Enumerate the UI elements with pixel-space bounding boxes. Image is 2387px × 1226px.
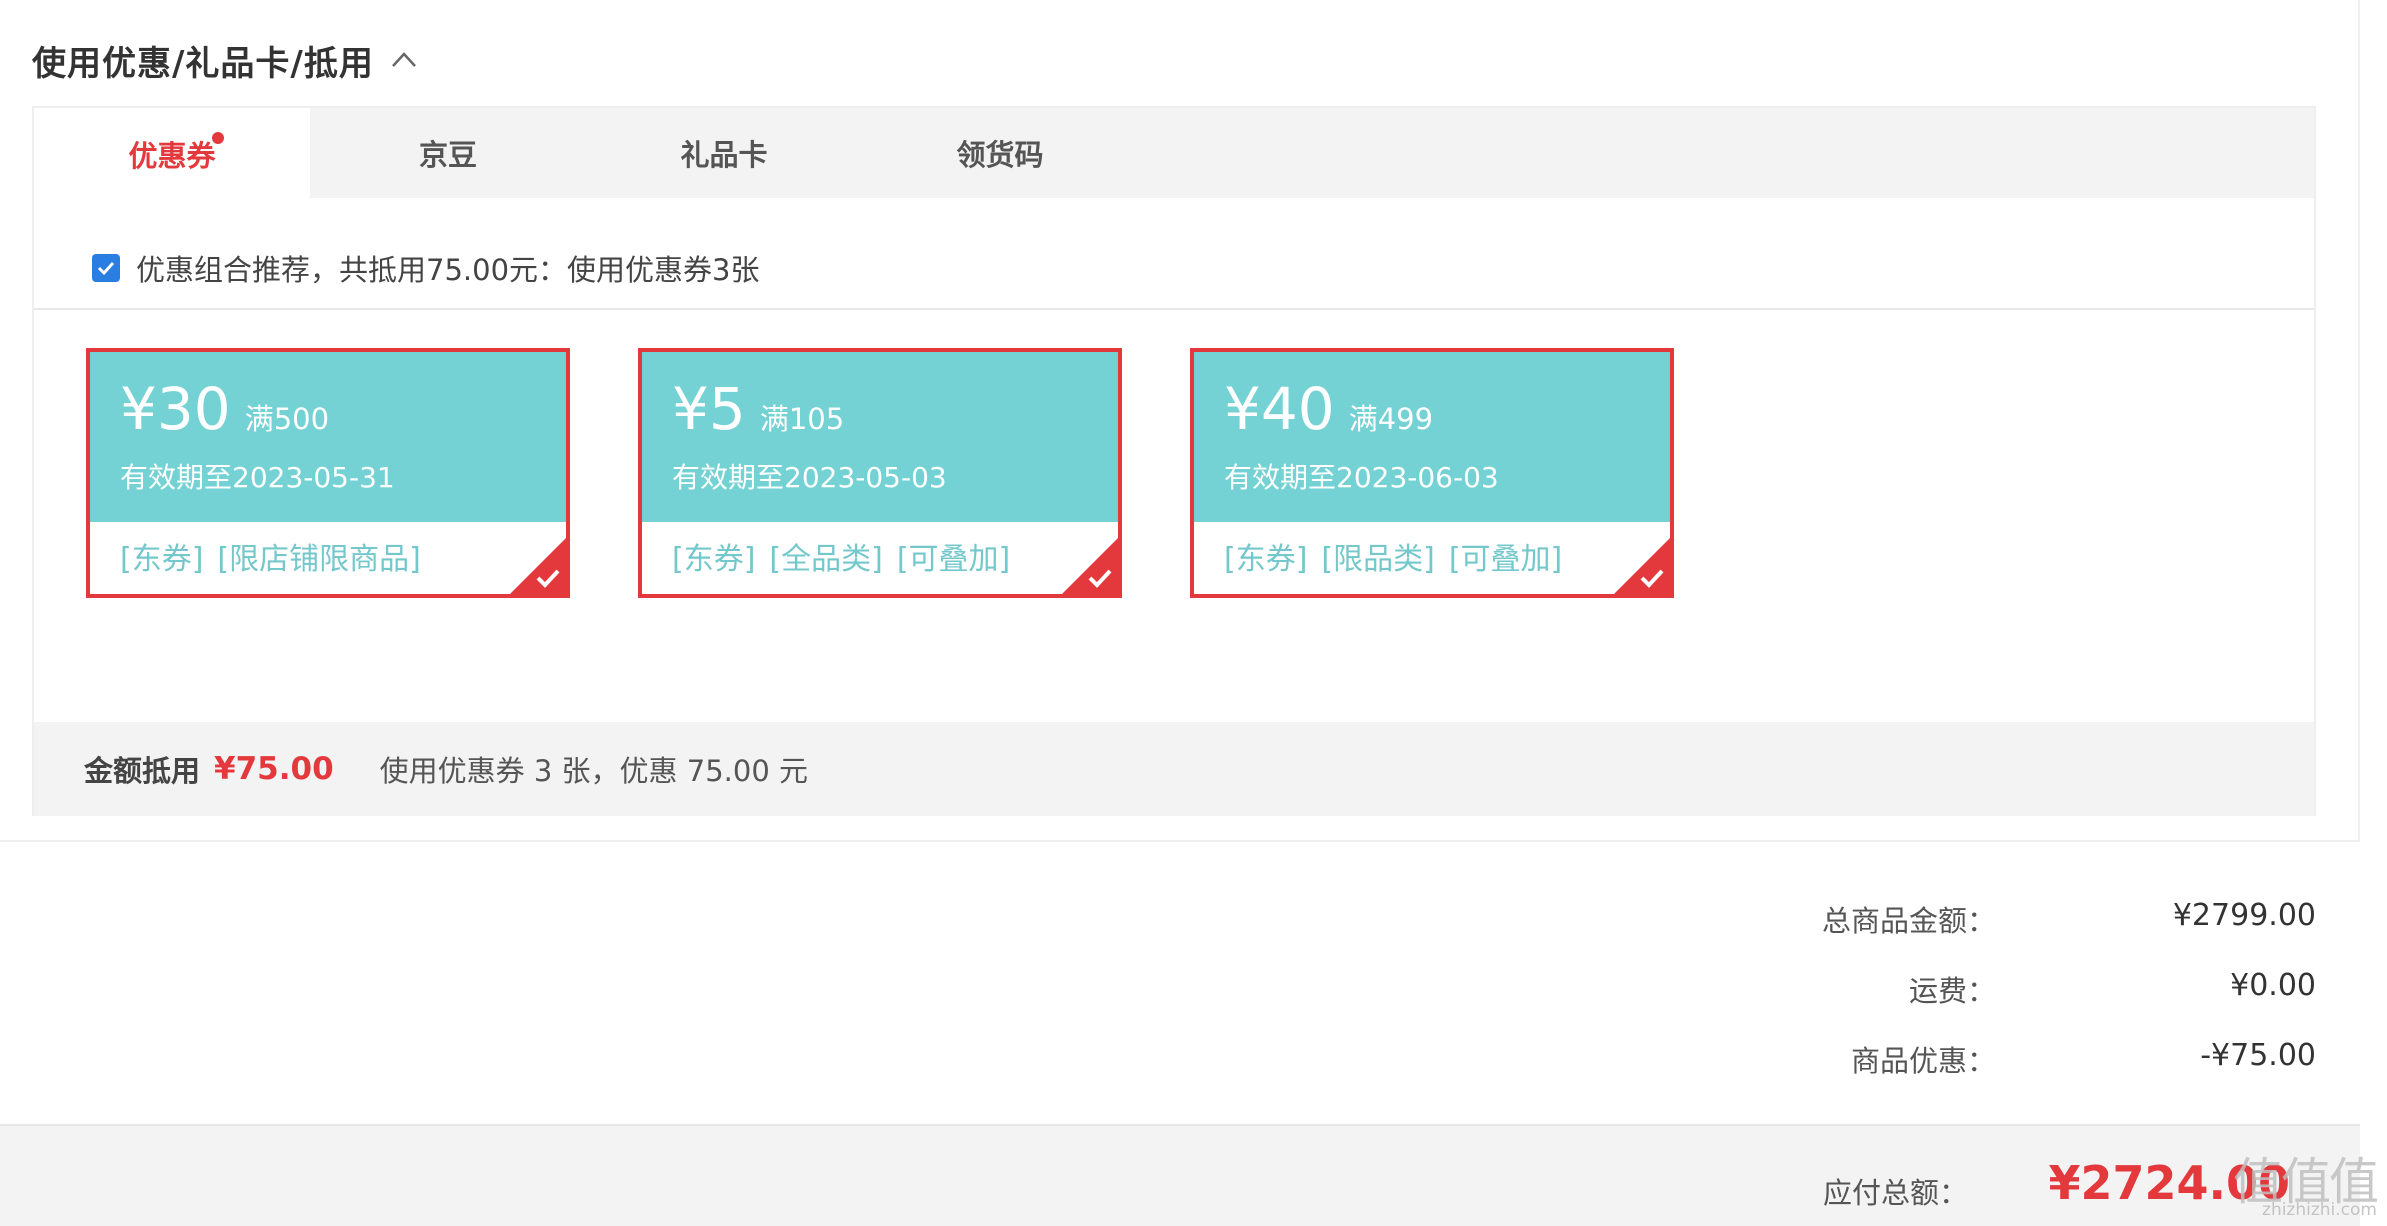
- coupon-amount: ¥30: [120, 375, 231, 443]
- watermark-logo: 值值值 zhizhizhi.com: [2225, 1142, 2379, 1220]
- summary-row: 总商品金额： ¥2799.00: [0, 898, 2316, 948]
- divider: [34, 308, 2314, 310]
- tab-redemption-code[interactable]: 领货码: [862, 108, 1138, 198]
- summary-label: 运费：: [1908, 974, 1996, 1008]
- section-title: 使用优惠/礼品卡/抵用: [32, 43, 374, 84]
- coupon-tag: [东券]: [672, 542, 756, 577]
- tab-label: 京豆: [418, 138, 477, 172]
- coupon-tag: [限品类]: [1321, 542, 1435, 577]
- discount-detail: 使用优惠券 3 张，优惠 75.00 元: [379, 754, 809, 788]
- coupon-tag: [限店铺限商品]: [217, 542, 421, 577]
- coupon-tag: [可叠加]: [1448, 542, 1563, 577]
- notification-dot: [212, 132, 224, 144]
- recommend-text: 优惠组合推荐，共抵用75.00元：使用优惠券3张: [136, 253, 760, 287]
- coupon-tags: [东券] [限店铺限商品]: [120, 534, 421, 578]
- chevron-up-icon[interactable]: [388, 44, 420, 76]
- discount-label: 金额抵用: [84, 754, 201, 788]
- coupon-validity: 有效期至2023-05-03: [672, 461, 947, 494]
- coupon-face: ¥30 满500 有效期至2023-05-31: [90, 352, 566, 522]
- coupon-amount: ¥5: [672, 375, 746, 443]
- summary-value: ¥2799.00: [2172, 898, 2316, 933]
- coupon-validity: 有效期至2023-05-31: [120, 461, 395, 494]
- coupon-card[interactable]: ¥5 满105 有效期至2023-05-03 [东券] [全品类] [可叠加]: [638, 348, 1122, 598]
- recommend-row: 优惠组合推荐，共抵用75.00元：使用优惠券3张: [92, 238, 759, 298]
- coupon-tag: [东券]: [1224, 542, 1308, 577]
- section-border: [2358, 0, 2360, 840]
- tab-label: 礼品卡: [680, 138, 768, 172]
- section-header[interactable]: 使用优惠/礼品卡/抵用: [32, 36, 420, 84]
- recommend-checkbox[interactable]: [92, 254, 120, 282]
- payable-label: 应付总额：: [1822, 1176, 1968, 1210]
- coupon-card[interactable]: ¥40 满499 有效期至2023-06-03 [东券] [限品类] [可叠加]: [1190, 348, 1674, 598]
- summary-value: ¥0.00: [2230, 968, 2316, 1003]
- summary-label: 总商品金额：: [1821, 904, 1996, 938]
- tab-label: 优惠券: [128, 139, 216, 173]
- tab-coupons[interactable]: 优惠券: [34, 108, 310, 200]
- payable-bar: 应付总额： ¥2724.00: [0, 1124, 2360, 1226]
- checkmark-icon: [1614, 538, 1670, 594]
- summary-value: -¥75.00: [2200, 1038, 2316, 1073]
- summary-row: 运费： ¥0.00: [0, 968, 2316, 1018]
- tab-jingdou[interactable]: 京豆: [310, 108, 586, 198]
- discount-summary-bar: 金额抵用 ¥75.00 使用优惠券 3 张，优惠 75.00 元: [34, 722, 2314, 816]
- tab-label: 领货码: [956, 138, 1044, 172]
- checkbox-checked-icon: [97, 261, 115, 276]
- tab-bar: 优惠券 京豆 礼品卡 领货码: [34, 108, 2314, 200]
- coupon-amount: ¥40: [1224, 375, 1335, 443]
- coupon-condition: 满499: [1348, 402, 1434, 436]
- section-divider: [0, 840, 2360, 842]
- coupon-tags: [东券] [全品类] [可叠加]: [672, 534, 1010, 578]
- watermark-url: zhizhizhi.com: [2262, 1200, 2377, 1220]
- coupon-card[interactable]: ¥30 满500 有效期至2023-05-31 [东券] [限店铺限商品]: [86, 348, 570, 598]
- summary-row: 商品优惠： -¥75.00: [0, 1038, 2316, 1088]
- coupon-tag: [全品类]: [769, 542, 883, 577]
- coupon-face: ¥5 满105 有效期至2023-05-03: [642, 352, 1118, 522]
- coupon-tags: [东券] [限品类] [可叠加]: [1224, 534, 1562, 578]
- checkmark-icon: [510, 538, 566, 594]
- coupon-tag: [可叠加]: [896, 542, 1011, 577]
- coupon-face: ¥40 满499 有效期至2023-06-03: [1194, 352, 1670, 522]
- checkmark-icon: [1062, 538, 1118, 594]
- coupon-tag: [东券]: [120, 542, 204, 577]
- discount-amount: ¥75.00: [214, 751, 334, 787]
- coupon-condition: 满105: [759, 402, 845, 436]
- coupon-validity: 有效期至2023-06-03: [1224, 461, 1499, 494]
- discount-panel: 优惠券 京豆 礼品卡 领货码 优惠组合推荐，共抵用75.00元：使用优惠券3张 …: [32, 106, 2316, 816]
- summary-label: 商品优惠：: [1850, 1044, 1996, 1078]
- tab-gift-card[interactable]: 礼品卡: [586, 108, 862, 198]
- coupon-condition: 满500: [244, 402, 330, 436]
